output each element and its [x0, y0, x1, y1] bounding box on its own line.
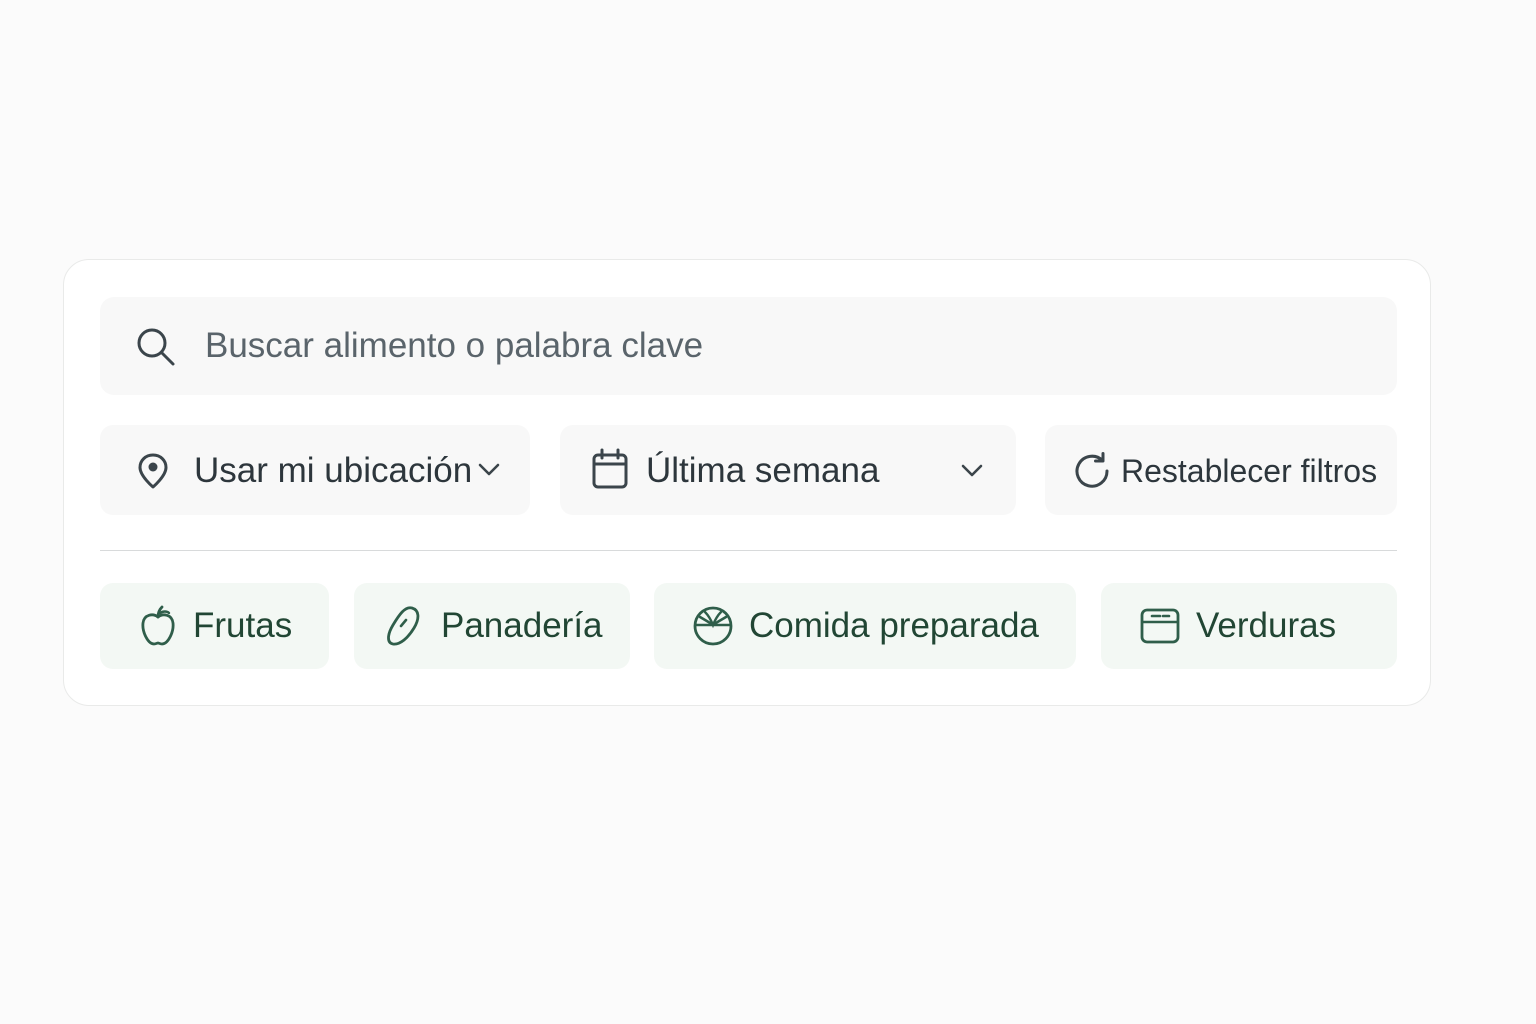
reset-filters-button[interactable]: Restablecer filtros	[1045, 425, 1397, 515]
category-chip-panaderia[interactable]: Panadería	[354, 583, 630, 669]
date-range-filter-label: Última semana	[646, 451, 880, 490]
location-pin-icon	[137, 453, 169, 489]
category-chip-label: Verduras	[1196, 606, 1337, 645]
date-range-filter-dropdown[interactable]: Última semana	[560, 425, 1016, 515]
divider	[100, 550, 1397, 551]
refresh-icon	[1074, 451, 1114, 491]
calendar-icon	[591, 448, 629, 490]
category-chip-label: Panadería	[441, 606, 603, 645]
reset-filters-label: Restablecer filtros	[1121, 453, 1378, 489]
apple-icon	[136, 604, 180, 648]
search-bar[interactable]	[100, 297, 1397, 395]
category-chip-label: Frutas	[193, 606, 293, 645]
location-filter-label: Usar mi ubicación	[194, 451, 473, 490]
chevron-down-icon	[477, 461, 501, 477]
search-input[interactable]	[205, 321, 1355, 371]
bowl-icon	[691, 604, 735, 648]
category-chip-frutas[interactable]: Frutas	[100, 583, 329, 669]
chevron-down-icon	[960, 462, 984, 478]
category-chip-label: Comida preparada	[749, 606, 1039, 645]
category-chip-verduras[interactable]: Verduras	[1101, 583, 1397, 669]
crate-icon	[1138, 604, 1182, 648]
search-icon	[136, 327, 176, 367]
search-filter-panel: Usar mi ubicación Última semana	[63, 259, 1431, 706]
category-chip-comida-preparada[interactable]: Comida preparada	[654, 583, 1076, 669]
location-filter-dropdown[interactable]: Usar mi ubicación	[100, 425, 530, 515]
bread-icon	[382, 604, 426, 648]
